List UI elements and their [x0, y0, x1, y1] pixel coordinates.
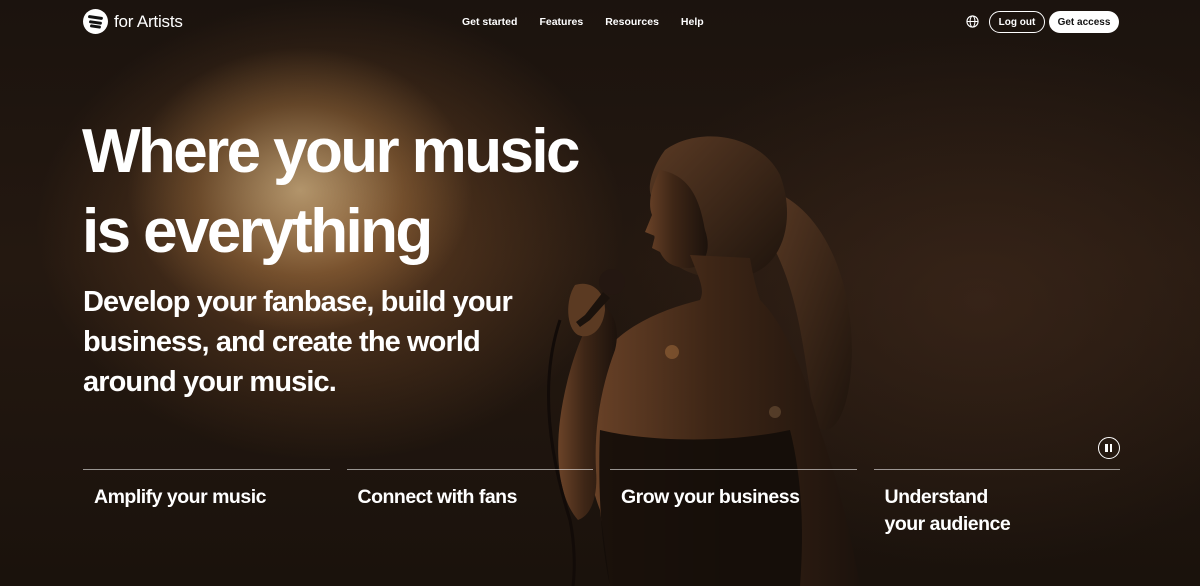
feature-tab-label: Understand: [884, 486, 989, 508]
hero-headline: Where your music is everything: [82, 112, 702, 272]
spotify-for-artists-logo[interactable]: for Artists: [83, 9, 183, 34]
spotify-logo-icon: [83, 9, 108, 34]
headline-line-1: Where your music: [82, 117, 580, 186]
nav-link-features[interactable]: Features: [539, 16, 583, 28]
feature-tab-connect[interactable]: Connect with fans: [346, 469, 593, 538]
nav-link-help[interactable]: Help: [681, 16, 704, 28]
logo-text: for Artists: [114, 11, 183, 31]
headline-line-2: is everything: [82, 197, 433, 266]
nav-links: Get started Features Resources Help: [462, 16, 704, 28]
subhead-line-3: around your music.: [83, 366, 337, 398]
top-navigation: for Artists Get started Features Resourc…: [0, 0, 1200, 44]
feature-tab-grow[interactable]: Grow your business: [610, 469, 857, 538]
feature-tab-label: Grow your business: [621, 486, 800, 508]
feature-tab-amplify[interactable]: Amplify your music: [83, 469, 330, 538]
feature-tab-label: Amplify your music: [94, 486, 266, 508]
get-access-button[interactable]: Get access: [1049, 11, 1119, 33]
subhead-line-1: Develop your fanbase, build your: [83, 286, 513, 318]
globe-icon[interactable]: [966, 15, 979, 28]
feature-tab-label-line-2: your audience: [884, 513, 1011, 535]
subhead-line-2: business, and create the world: [83, 326, 481, 358]
feature-tab-understand[interactable]: Understand your audience: [873, 469, 1120, 538]
hero-subheading: Develop your fanbase, build your busines…: [83, 282, 583, 402]
feature-tabs: Amplify your music Connect with fans Gro…: [83, 469, 1120, 538]
logout-button[interactable]: Log out: [989, 11, 1045, 33]
nav-link-get-started[interactable]: Get started: [462, 16, 517, 28]
feature-tab-label: Connect with fans: [357, 486, 518, 508]
nav-link-resources[interactable]: Resources: [605, 16, 659, 28]
pause-video-button[interactable]: [1098, 437, 1120, 459]
